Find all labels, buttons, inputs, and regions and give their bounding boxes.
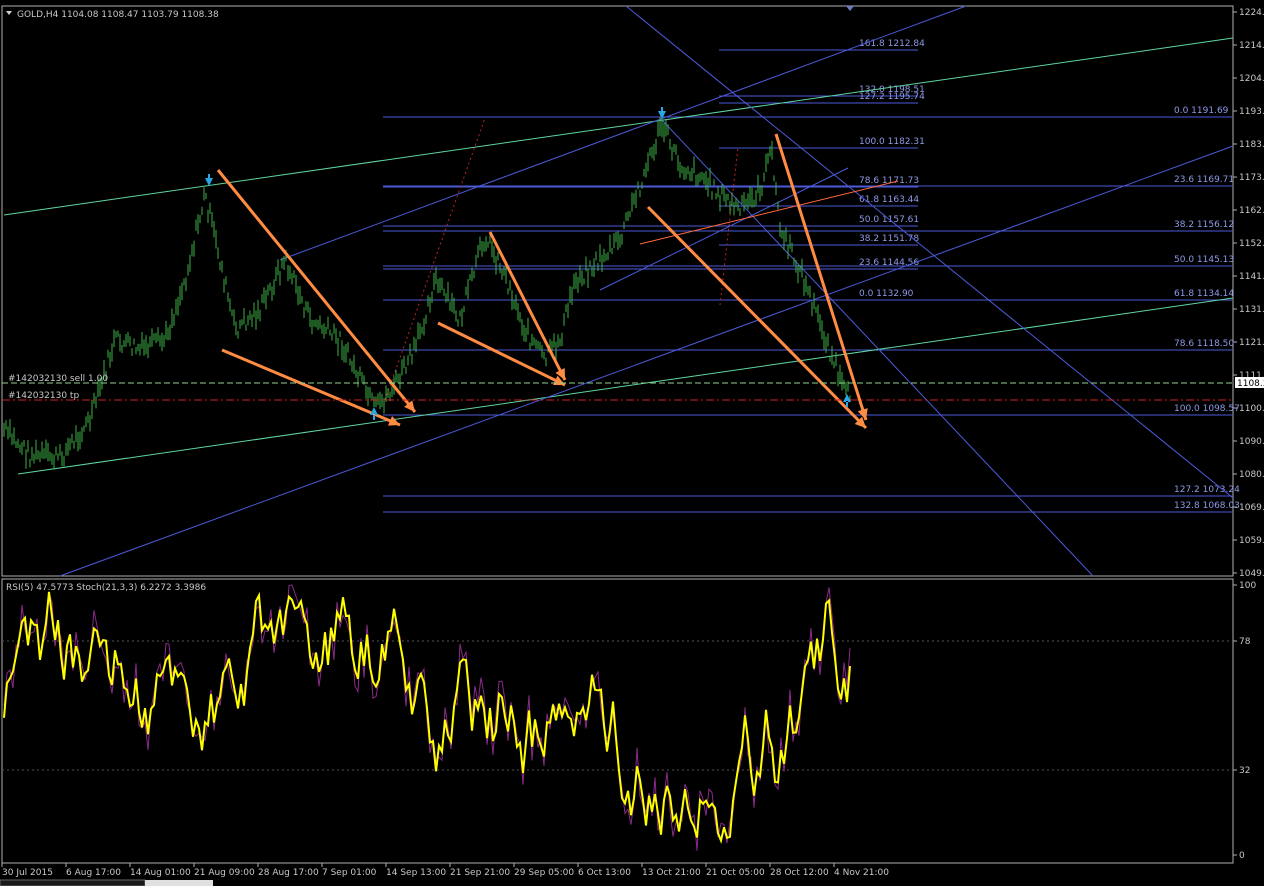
fib-level-label: 127.2 1195.74 bbox=[859, 92, 925, 102]
time-tick-label: 6 Aug 17:00 bbox=[66, 868, 121, 878]
price-tick-label: 1100.8 bbox=[1239, 404, 1264, 414]
price-tick-label: 1173.4 bbox=[1239, 173, 1264, 183]
indicator-axis: 100 78 32 0 bbox=[1233, 581, 1256, 861]
main-chart-frame bbox=[1, 5, 1234, 577]
dotted-projection[interactable] bbox=[384, 117, 486, 401]
trading-chart[interactable]: 161.8 1212.84132.0 1198.51127.2 1195.741… bbox=[0, 0, 1264, 886]
time-tick-label: 14 Sep 13:00 bbox=[386, 868, 446, 878]
price-tick-label: 1152.4 bbox=[1239, 239, 1264, 249]
dropdown-triangle-icon[interactable] bbox=[6, 11, 12, 15]
symbol-info: GOLD,H4 1104.08 1108.47 1103.79 1108.38 bbox=[17, 10, 219, 20]
time-tick-label: 4 Nov 21:00 bbox=[834, 868, 889, 878]
indicator-tick-label: 32 bbox=[1239, 766, 1250, 776]
fib-level-label: 61.8 1134.14 bbox=[1174, 289, 1234, 299]
time-tick-label: 14 Aug 01:00 bbox=[130, 868, 191, 878]
fib-level-label: 50.0 1157.61 bbox=[859, 215, 919, 225]
time-tick-label: 7 Sep 01:00 bbox=[322, 868, 377, 878]
arrow-line[interactable] bbox=[437, 321, 566, 387]
sell-order-label: #142032130 sell 1.00 bbox=[8, 374, 108, 384]
price-tick-label: 1131.7 bbox=[1239, 305, 1264, 315]
annotation-arrows[interactable] bbox=[216, 133, 868, 430]
fib-level-label: 132.8 1068.03 bbox=[1174, 501, 1240, 511]
fib-level-label: 78.6 1118.50 bbox=[1174, 339, 1234, 349]
fib-level-label: 38.2 1151.78 bbox=[859, 234, 919, 244]
price-tick-label: 1059.7 bbox=[1239, 536, 1264, 546]
indicator-frame bbox=[1, 578, 1234, 864]
fib-level-label: 50.0 1145.13 bbox=[1174, 255, 1234, 265]
price-tick-label: 1204.8 bbox=[1239, 74, 1264, 84]
price-tick-label: 1183.3 bbox=[1239, 140, 1264, 150]
up-marker-icon bbox=[370, 407, 378, 420]
fib-level-label: 0.0 1191.69 bbox=[1174, 106, 1229, 116]
price-tick-label: 1193.9 bbox=[1239, 107, 1264, 117]
time-tick-label: 13 Oct 21:00 bbox=[642, 868, 701, 878]
time-tick-label: 6 Oct 13:00 bbox=[578, 868, 631, 878]
fib-level-label: 0.0 1132.90 bbox=[859, 289, 914, 299]
price-tick-label: 1214.7 bbox=[1239, 41, 1264, 51]
indicator-tick-label: 78 bbox=[1239, 637, 1251, 647]
time-tick-label: 28 Oct 12:00 bbox=[770, 868, 829, 878]
down-marker-icon bbox=[205, 174, 213, 186]
price-tick-label: 1049.7 bbox=[1239, 569, 1264, 579]
price-candles bbox=[3, 116, 851, 470]
time-tick-label: 21 Aug 09:00 bbox=[194, 868, 255, 878]
time-tick-label: 21 Oct 05:00 bbox=[706, 868, 765, 878]
channel-lower-line[interactable] bbox=[17, 297, 1234, 475]
time-tick-label: 30 Jul 2015 bbox=[2, 868, 53, 878]
current-price-label: 1108.3 bbox=[1237, 379, 1264, 389]
price-tick-label: 1069.9 bbox=[1239, 503, 1264, 513]
time-tick-label: 21 Sep 21:00 bbox=[450, 868, 510, 878]
price-tick-label: 1090.3 bbox=[1239, 437, 1264, 447]
price-tick-label: 1080.7 bbox=[1239, 470, 1264, 480]
diagonal-line[interactable] bbox=[625, 5, 1234, 499]
price-tick-label: 1224.7 bbox=[1239, 8, 1264, 18]
price-tick-label: 1162.8 bbox=[1239, 206, 1264, 216]
indicator-tick-label: 0 bbox=[1239, 851, 1245, 861]
rsi-line bbox=[3, 591, 851, 844]
arrow-head-icon bbox=[857, 408, 868, 420]
scroll-tab[interactable] bbox=[145, 880, 213, 886]
fib-level-label: 23.6 1169.71 bbox=[1174, 175, 1234, 185]
fib-level-label: 100.0 1182.31 bbox=[859, 137, 925, 147]
arrow-line[interactable] bbox=[488, 231, 567, 381]
channel-upper-line[interactable] bbox=[3, 37, 1234, 216]
trend-lines[interactable] bbox=[3, 5, 1234, 577]
fib-level-label: 100.0 1098.57 bbox=[1174, 404, 1240, 414]
fib-level-label: 61.8 1163.44 bbox=[859, 195, 919, 205]
indicator-tick-label: 100 bbox=[1239, 581, 1256, 591]
fib-level-label: 78.6 1171.73 bbox=[859, 176, 919, 186]
fib-level-label: 38.2 1156.12 bbox=[1174, 220, 1234, 230]
arrow-line[interactable] bbox=[774, 133, 868, 421]
scroll-tab[interactable] bbox=[0, 879, 146, 886]
arrow-line[interactable] bbox=[216, 169, 417, 413]
price-tick-label: 1121.3 bbox=[1239, 338, 1264, 348]
fib-level-label: 161.8 1212.84 bbox=[859, 39, 925, 49]
time-tick-label: 28 Aug 17:00 bbox=[258, 868, 319, 878]
time-axis: 30 Jul 2015 6 Aug 17:00 14 Aug 01:00 21 Aug… bbox=[1, 863, 889, 878]
tp-order-label: #142032130 tp bbox=[8, 391, 79, 401]
price-tick-label: 1141.9 bbox=[1239, 272, 1264, 282]
scroll-marker-icon[interactable] bbox=[846, 6, 854, 11]
time-tick-label: 29 Sep 05:00 bbox=[514, 868, 574, 878]
indicator-info: RSI(5) 47.5773 Stoch(21,3,3) 6.2272 3.39… bbox=[6, 583, 206, 593]
fib-level-label: 127.2 1073.24 bbox=[1174, 485, 1240, 495]
